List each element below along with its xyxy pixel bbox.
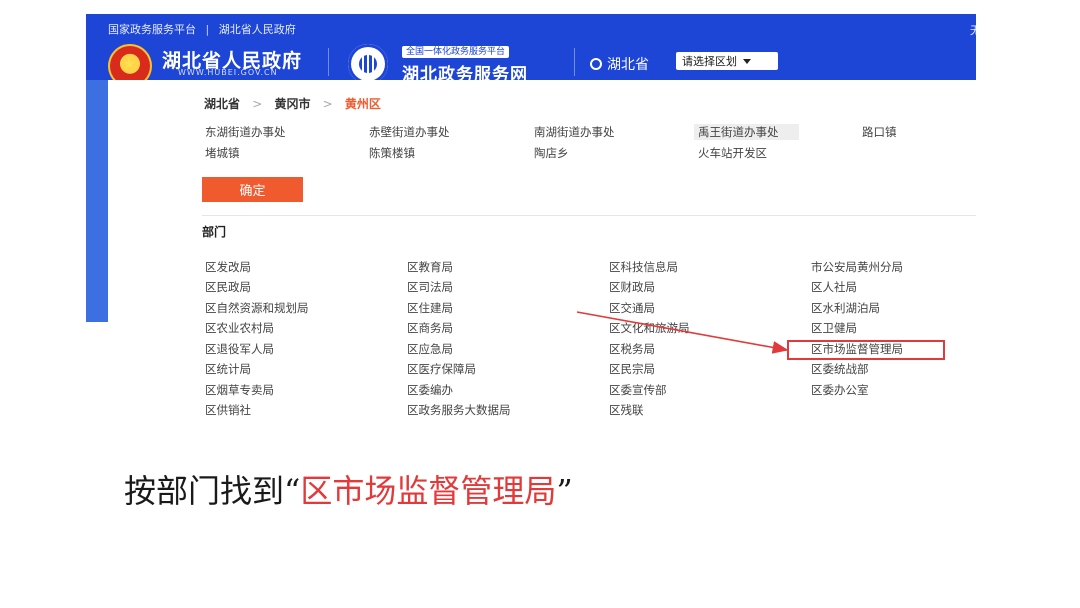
top-links: 国家政务服务平台 | 湖北省人民政府 bbox=[108, 21, 296, 37]
caption-prefix: 按部门找到“ bbox=[124, 472, 301, 510]
department-item[interactable]: 区卫健局 bbox=[811, 320, 857, 336]
link-national-platform[interactable]: 国家政务服务平台 bbox=[108, 23, 196, 36]
caption-suffix: ” bbox=[556, 472, 573, 510]
link-hubei-gov[interactable]: 湖北省人民政府 bbox=[219, 23, 296, 36]
department-item[interactable]: 区水利湖泊局 bbox=[811, 300, 880, 316]
street-item[interactable]: 赤壁街道办事处 bbox=[369, 124, 450, 140]
street-item[interactable]: 路口镇 bbox=[862, 124, 897, 140]
department-item[interactable]: 区委办公室 bbox=[811, 382, 869, 398]
header-bar: 国家政务服务平台 | 湖北省人民政府 无 ★ 湖北省人民政府 WWW.HUBEI… bbox=[86, 14, 976, 88]
location-pin-icon bbox=[590, 58, 602, 70]
department-item[interactable]: 区民政局 bbox=[205, 279, 251, 295]
breadcrumb-arrow: > bbox=[322, 97, 333, 111]
department-item[interactable]: 区民宗局 bbox=[609, 361, 655, 377]
background-strip bbox=[86, 80, 108, 322]
region-select-label: 请选择区划 bbox=[682, 55, 737, 68]
location-indicator: 湖北省 bbox=[590, 54, 649, 74]
department-heading: 部门 bbox=[202, 225, 227, 239]
department-item[interactable]: 区税务局 bbox=[609, 341, 655, 357]
header-divider bbox=[328, 48, 329, 76]
region-panel: 湖北省 > 黄冈市 > 黄州区 东湖街道办事处 赤壁街道办事处 南湖街道办事处 … bbox=[108, 80, 976, 419]
department-item[interactable]: 区教育局 bbox=[407, 259, 453, 275]
breadcrumb-district[interactable]: 黄州区 bbox=[345, 97, 381, 111]
instruction-caption: 按部门找到“区市场监督管理局” bbox=[124, 466, 573, 512]
street-item[interactable]: 陶店乡 bbox=[534, 145, 569, 161]
street-item[interactable]: 火车站开发区 bbox=[698, 145, 767, 161]
location-label: 湖北省 bbox=[607, 57, 649, 73]
department-item[interactable]: 区文化和旅游局 bbox=[609, 320, 690, 336]
service-tag: 全国一体化政务服务平台 bbox=[402, 46, 510, 58]
department-item[interactable]: 区商务局 bbox=[407, 320, 453, 336]
department-item[interactable]: 区自然资源和规划局 bbox=[205, 300, 309, 316]
gov-url-text: WWW.HUBEI.GOV.CN bbox=[178, 68, 278, 77]
department-item[interactable]: 区残联 bbox=[609, 402, 644, 418]
breadcrumb-city[interactable]: 黄冈市 bbox=[274, 97, 310, 111]
department-item[interactable]: 区政务服务大数据局 bbox=[407, 402, 511, 418]
department-item[interactable]: 区烟草专卖局 bbox=[205, 382, 274, 398]
department-item[interactable]: 区农业农村局 bbox=[205, 320, 274, 336]
link-separator: | bbox=[205, 23, 210, 36]
header-divider bbox=[574, 48, 575, 76]
department-item[interactable]: 市公安局黄州分局 bbox=[811, 259, 903, 275]
street-item[interactable]: 东湖街道办事处 bbox=[205, 124, 286, 140]
department-item[interactable]: 区委统战部 bbox=[811, 361, 869, 377]
department-item[interactable]: 区发改局 bbox=[205, 259, 251, 275]
highlight-box bbox=[787, 340, 945, 360]
section-divider bbox=[202, 215, 976, 216]
region-select-dropdown[interactable]: 请选择区划 bbox=[676, 52, 778, 70]
department-item[interactable]: 区科技信息局 bbox=[609, 259, 678, 275]
service-logo-icon bbox=[348, 44, 388, 84]
department-item[interactable]: 区退役军人局 bbox=[205, 341, 274, 357]
department-item[interactable]: 区人社局 bbox=[811, 279, 857, 295]
department-item[interactable]: 区应急局 bbox=[407, 341, 453, 357]
breadcrumb: 湖北省 > 黄冈市 > 黄州区 bbox=[204, 95, 381, 112]
breadcrumb-province[interactable]: 湖北省 bbox=[204, 97, 240, 111]
department-item[interactable]: 区交通局 bbox=[609, 300, 655, 316]
street-item[interactable]: 南湖街道办事处 bbox=[534, 124, 615, 140]
breadcrumb-arrow: > bbox=[252, 97, 263, 111]
department-item[interactable]: 区委宣传部 bbox=[609, 382, 667, 398]
caption-highlight: 区市场监督管理局 bbox=[300, 472, 557, 510]
department-item[interactable]: 区司法局 bbox=[407, 279, 453, 295]
header-edge-text: 无 bbox=[970, 24, 976, 37]
department-item[interactable]: 区委编办 bbox=[407, 382, 453, 398]
department-item[interactable]: 区统计局 bbox=[205, 361, 251, 377]
department-item[interactable]: 区住建局 bbox=[407, 300, 453, 316]
street-item[interactable]: 陈策楼镇 bbox=[369, 145, 415, 161]
department-item[interactable]: 区供销社 bbox=[205, 402, 251, 418]
caret-down-icon bbox=[743, 58, 751, 64]
street-item-selected[interactable]: 禹王街道办事处 bbox=[694, 124, 799, 140]
street-item[interactable]: 堵城镇 bbox=[205, 145, 240, 161]
department-item[interactable]: 区财政局 bbox=[609, 279, 655, 295]
department-item[interactable]: 区医疗保障局 bbox=[407, 361, 476, 377]
confirm-button[interactable]: 确定 bbox=[202, 177, 303, 202]
